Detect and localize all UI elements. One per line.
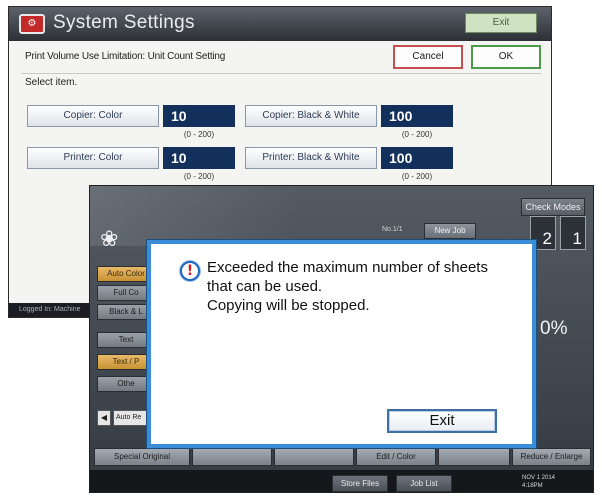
field-range-printer-bw: (0 - 200) bbox=[401, 172, 433, 181]
field-value-printer-bw[interactable]: 100 bbox=[381, 147, 453, 169]
status-bar: Store Files Job List NOV 1 2014 4:18PM bbox=[90, 470, 593, 492]
reduce-enlarge-button[interactable]: Reduce / Enlarge bbox=[512, 448, 591, 466]
ok-button[interactable]: OK bbox=[471, 45, 541, 69]
setting-subtitle: Print Volume Use Limitation: Unit Count … bbox=[25, 51, 226, 62]
dialog-message-line: Copying will be stopped. bbox=[207, 297, 370, 314]
cancel-button[interactable]: Cancel bbox=[393, 45, 463, 69]
field-range-printer-color: (0 - 200) bbox=[183, 172, 215, 181]
copier-icon: ❀ bbox=[100, 226, 119, 251]
select-item-prompt: Select item. bbox=[25, 77, 78, 88]
field-value-copier-bw[interactable]: 100 bbox=[381, 105, 453, 127]
field-range-copier-bw: (0 - 200) bbox=[401, 130, 433, 139]
field-value-printer-color[interactable]: 10 bbox=[163, 147, 235, 169]
field-label-copier-bw[interactable]: Copier: Black & White bbox=[245, 105, 377, 127]
field-range-copier-color: (0 - 200) bbox=[183, 130, 215, 139]
dialog-exit-button[interactable]: Exit bbox=[387, 409, 497, 433]
dialog-message-line: that can be used. bbox=[207, 278, 323, 295]
settings-app-icon: ⚙ bbox=[19, 14, 45, 34]
special-original-button[interactable]: Special Original bbox=[94, 448, 190, 466]
check-modes-button[interactable]: Check Modes bbox=[521, 198, 585, 216]
field-value-copier-color[interactable]: 10 bbox=[163, 105, 235, 127]
date-text: NOV 1 2014 bbox=[522, 475, 556, 481]
field-label-printer-bw[interactable]: Printer: Black & White bbox=[245, 147, 377, 169]
field-copier-bw: Copier: Black & White 100 (0 - 200) bbox=[245, 105, 455, 139]
date-time: NOV 1 2014 4:18PM bbox=[522, 474, 555, 490]
new-job-button[interactable]: New Job bbox=[424, 223, 476, 239]
edit-color-button[interactable]: Edit / Color bbox=[356, 448, 436, 466]
dialog-message: Exceeded the maximum number of sheets th… bbox=[207, 258, 527, 315]
field-label-copier-color[interactable]: Copier: Color bbox=[27, 105, 159, 127]
warning-icon: ! bbox=[180, 261, 200, 281]
counter-value: 2 bbox=[542, 229, 552, 248]
divider bbox=[21, 73, 541, 74]
page-title: System Settings bbox=[53, 12, 195, 33]
function-button-row: Special Original Edit / Color Reduce / E… bbox=[94, 448, 591, 466]
field-copier-color: Copier: Color 10 (0 - 200) bbox=[27, 105, 237, 139]
error-dialog: ! Exceeded the maximum number of sheets … bbox=[147, 240, 536, 448]
system-settings-header: ⚙ System Settings Exit bbox=[9, 7, 551, 41]
blank-function-button[interactable] bbox=[274, 448, 354, 466]
field-printer-bw: Printer: Black & White 100 (0 - 200) bbox=[245, 147, 455, 181]
job-number: No.1/1 bbox=[382, 226, 403, 233]
time-text: 4:18PM bbox=[522, 483, 543, 489]
dialog-message-line: Exceeded the maximum number of sheets bbox=[207, 259, 488, 276]
blank-function-button[interactable] bbox=[192, 448, 272, 466]
blank-function-button[interactable] bbox=[438, 448, 510, 466]
field-label-printer-color[interactable]: Printer: Color bbox=[27, 147, 159, 169]
auto-reduce-button[interactable]: Auto Re bbox=[113, 410, 149, 426]
store-files-button[interactable]: Store Files bbox=[332, 475, 388, 492]
system-exit-button[interactable]: Exit bbox=[465, 13, 537, 33]
job-list-button[interactable]: Job List bbox=[396, 475, 452, 492]
quantity-counter: 1 bbox=[560, 216, 586, 250]
scroll-left-icon[interactable]: ◀ bbox=[97, 410, 111, 426]
field-printer-color: Printer: Color 10 (0 - 200) bbox=[27, 147, 237, 181]
counter-value: 1 bbox=[572, 229, 582, 248]
zoom-percent: 0% bbox=[540, 318, 568, 339]
